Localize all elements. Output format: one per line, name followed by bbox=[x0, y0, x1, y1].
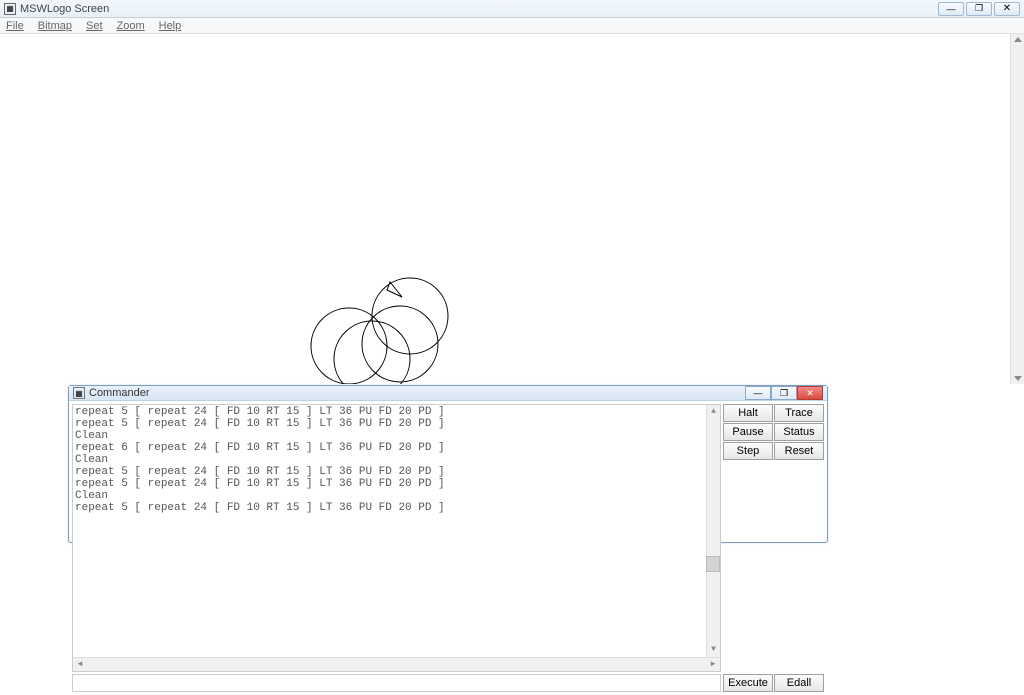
menu-file[interactable]: File bbox=[6, 20, 24, 32]
reset-button[interactable]: Reset bbox=[774, 442, 824, 460]
commander-window-controls: ― ❐ ✕ bbox=[745, 386, 823, 400]
menu-set[interactable]: Set bbox=[86, 20, 103, 32]
history-horizontal-scrollbar[interactable]: ◄ ► bbox=[73, 657, 720, 671]
menu-zoom[interactable]: Zoom bbox=[117, 20, 145, 32]
commander-icon: ▦ bbox=[73, 387, 85, 399]
scroll-thumb[interactable] bbox=[706, 556, 720, 572]
history-vertical-scrollbar[interactable]: ▲ ▼ bbox=[706, 405, 720, 657]
command-input[interactable] bbox=[72, 674, 721, 692]
commander-close-button[interactable]: ✕ bbox=[797, 386, 823, 400]
app-icon: ▦ bbox=[4, 3, 16, 15]
trace-button[interactable]: Trace bbox=[774, 404, 824, 422]
commander-maximize-button[interactable]: ❐ bbox=[771, 386, 797, 400]
commander-minimize-button[interactable]: ― bbox=[745, 386, 771, 400]
window-controls: ― ❐ ✕ bbox=[938, 2, 1020, 16]
window-title: MSWLogo Screen bbox=[20, 3, 938, 15]
command-history[interactable]: repeat 5 [ repeat 24 [ FD 10 RT 15 ] LT … bbox=[72, 404, 721, 672]
menu-bitmap[interactable]: Bitmap bbox=[38, 20, 72, 32]
commander-window: ▦ Commander ― ❐ ✕ repeat 5 [ repeat 24 [… bbox=[68, 385, 828, 543]
halt-button[interactable]: Halt bbox=[723, 404, 773, 422]
menu-bar: File Bitmap Set Zoom Help bbox=[0, 18, 1024, 34]
command-input-row bbox=[72, 674, 721, 692]
edall-button[interactable]: Edall bbox=[774, 674, 824, 692]
status-button[interactable]: Status bbox=[774, 423, 824, 441]
minimize-button[interactable]: ― bbox=[938, 2, 964, 16]
execute-button[interactable]: Execute bbox=[723, 674, 773, 692]
pause-button[interactable]: Pause bbox=[723, 423, 773, 441]
close-button[interactable]: ✕ bbox=[994, 2, 1020, 16]
commander-titlebar[interactable]: ▦ Commander ― ❐ ✕ bbox=[69, 386, 827, 401]
drawing-canvas[interactable] bbox=[0, 34, 1024, 384]
step-button[interactable]: Step bbox=[723, 442, 773, 460]
scroll-right-icon[interactable]: ► bbox=[706, 658, 720, 672]
menu-help[interactable]: Help bbox=[159, 20, 182, 32]
commander-button-panel: Halt Trace Pause Status Step Reset Execu… bbox=[723, 401, 827, 695]
main-titlebar: ▦ MSWLogo Screen ― ❐ ✕ bbox=[0, 0, 1024, 18]
scroll-down-icon[interactable]: ▼ bbox=[707, 643, 721, 657]
commander-title: Commander bbox=[89, 387, 745, 399]
scroll-left-icon[interactable]: ◄ bbox=[73, 658, 87, 672]
scroll-up-icon[interactable]: ▲ bbox=[707, 405, 721, 419]
maximize-button[interactable]: ❐ bbox=[966, 2, 992, 16]
commander-left-pane: repeat 5 [ repeat 24 [ FD 10 RT 15 ] LT … bbox=[69, 401, 723, 695]
commander-body: repeat 5 [ repeat 24 [ FD 10 RT 15 ] LT … bbox=[69, 401, 827, 695]
canvas-vertical-scrollbar[interactable] bbox=[1010, 34, 1024, 384]
